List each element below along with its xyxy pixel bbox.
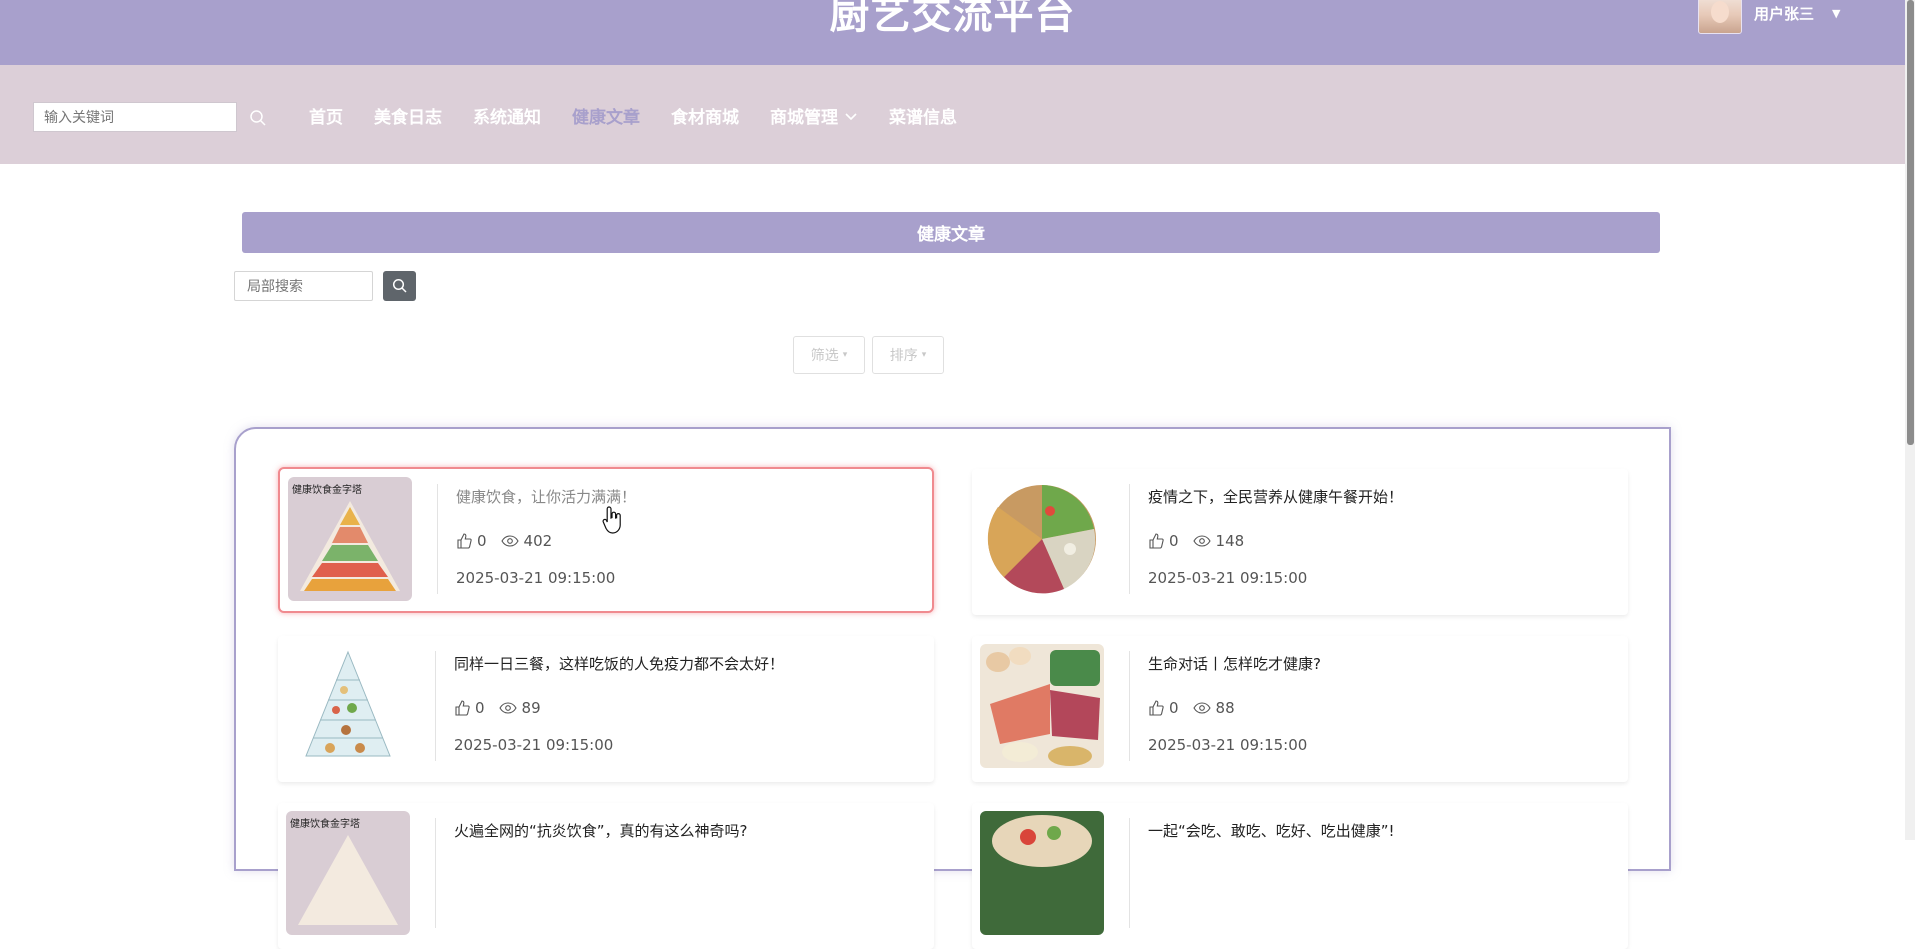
local-search-input[interactable]: [234, 271, 373, 301]
likes-stat[interactable]: 0: [1148, 532, 1179, 550]
filter-button[interactable]: 筛选 ▾: [793, 336, 865, 374]
avatar[interactable]: [1698, 0, 1742, 34]
likes-stat[interactable]: 0: [1148, 699, 1179, 717]
article-date: 2025-03-21 09:15:00: [1148, 569, 1308, 587]
card-divider: [1129, 484, 1130, 594]
nav-item-shop-management[interactable]: 商城管理: [770, 103, 858, 128]
food-circle-image: [980, 477, 1104, 601]
hand-cursor-icon: [602, 506, 621, 534]
nav-item-home[interactable]: 首页: [309, 103, 343, 128]
article-thumbnail[interactable]: 健康饮食金字塔: [288, 477, 412, 601]
article-thumbnail[interactable]: [980, 811, 1104, 935]
views-stat: 88: [1192, 699, 1235, 717]
article-stats: 0 88: [1148, 699, 1249, 717]
caret-down-icon[interactable]: ▼: [1832, 7, 1840, 20]
article-title[interactable]: 疫情之下，全民营养从健康午餐开始！: [1148, 486, 1403, 507]
article-title[interactable]: 火遍全网的“抗炎饮食”，真的有这么神奇吗?: [454, 820, 748, 841]
food-pyramid-image: 健康饮食金字塔: [288, 477, 412, 601]
likes-stat[interactable]: 0: [456, 532, 487, 550]
article-date: 2025-03-21 09:15:00: [454, 736, 614, 754]
svg-text:健康饮食金字塔: 健康饮食金字塔: [290, 817, 360, 830]
card-divider: [437, 484, 438, 594]
article-title[interactable]: 生命对话丨怎样吃才健康?: [1148, 653, 1321, 674]
views-count: 402: [523, 532, 553, 550]
article-date: 2025-03-21 09:15:00: [1148, 736, 1308, 754]
article-title[interactable]: 健康饮食，让你活力满满！: [456, 486, 636, 507]
nav-item-food-diary[interactable]: 美食日志: [374, 103, 442, 128]
sort-button[interactable]: 排序 ▾: [872, 336, 944, 374]
card-divider: [1129, 818, 1130, 928]
keyword-search-input[interactable]: [33, 102, 237, 132]
salad-photo-image: [980, 811, 1104, 935]
pyramid-diagram-image: [286, 644, 410, 768]
article-stats: 0 89: [454, 699, 555, 717]
eye-icon: [1192, 702, 1211, 714]
views-count: 148: [1215, 532, 1245, 550]
views-count: 88: [1215, 699, 1235, 717]
article-thumbnail[interactable]: 健康饮食金字塔: [286, 811, 410, 935]
search-icon[interactable]: [249, 109, 267, 127]
ingredients-photo-image: [980, 644, 1104, 768]
article-title[interactable]: 一起“会吃、敢吃、吃好、吃出健康”!: [1148, 820, 1395, 841]
article-card[interactable]: 健康饮食金字塔 火遍全网的“抗炎饮食”，真的有这么神奇吗?: [278, 803, 934, 949]
article-thumbnail[interactable]: [286, 644, 410, 768]
article-list-panel: 健康饮食金字塔 健康饮食，让你活力满满！ 0 402 2025-03-21 09…: [234, 427, 1671, 949]
views-stat: 89: [498, 699, 541, 717]
nav-item-health-articles[interactable]: 健康文章: [572, 103, 640, 128]
filter-label: 筛选: [810, 348, 839, 364]
thumbs-up-icon: [1149, 700, 1164, 716]
search-icon: [392, 278, 407, 293]
food-pyramid-image: 健康饮食金字塔: [286, 811, 410, 935]
likes-count: 0: [475, 699, 485, 717]
caret-down-icon: ▾: [842, 350, 848, 360]
nav-menu: 首页 美食日志 系统通知 健康文章 食材商城 商城管理 菜谱信息: [309, 103, 988, 128]
user-menu[interactable]: 用户张三 ▼: [1698, 0, 1840, 34]
chevron-down-icon: [845, 112, 857, 120]
article-card[interactable]: 健康饮食金字塔 健康饮食，让你活力满满！ 0 402 2025-03-21 09…: [278, 467, 934, 613]
thumbs-up-icon: [457, 533, 472, 549]
views-stat: 148: [1192, 532, 1245, 550]
article-stats: 0 402: [456, 532, 566, 550]
sort-label: 排序: [889, 348, 918, 364]
nav-item-ingredient-shop[interactable]: 食材商城: [671, 103, 739, 128]
article-card[interactable]: 疫情之下，全民营养从健康午餐开始！ 0 148 2025-03-21 09:15…: [972, 469, 1628, 615]
likes-count: 0: [1169, 532, 1179, 550]
nav-item-shop-management-label: 商城管理: [770, 108, 838, 128]
nav-item-notifications[interactable]: 系统通知: [473, 103, 541, 128]
site-title: 厨艺交流平台: [829, 0, 1076, 38]
article-card[interactable]: 一起“会吃、敢吃、吃好、吃出健康”!: [972, 803, 1628, 949]
likes-stat[interactable]: 0: [454, 699, 485, 717]
nav-item-recipes[interactable]: 菜谱信息: [889, 103, 957, 128]
card-divider: [1129, 651, 1130, 761]
article-thumbnail[interactable]: [980, 644, 1104, 768]
likes-count: 0: [1169, 699, 1179, 717]
top-header: 厨艺交流平台 用户张三 ▼: [0, 0, 1905, 65]
article-card[interactable]: 生命对话丨怎样吃才健康? 0 88 2025-03-21 09:15:00: [972, 636, 1628, 782]
card-divider: [435, 651, 436, 761]
thumbs-up-icon: [455, 700, 470, 716]
eye-icon: [1192, 535, 1211, 547]
views-count: 89: [521, 699, 541, 717]
article-date: 2025-03-21 09:15:00: [456, 569, 616, 587]
views-stat: 402: [500, 532, 553, 550]
svg-text:健康饮食金字塔: 健康饮食金字塔: [292, 483, 362, 496]
section-title: 健康文章: [242, 212, 1660, 253]
nav-bar: 首页 美食日志 系统通知 健康文章 食材商城 商城管理 菜谱信息: [0, 65, 1905, 164]
eye-icon: [500, 535, 519, 547]
likes-count: 0: [477, 532, 487, 550]
article-stats: 0 148: [1148, 532, 1258, 550]
scrollbar-thumb[interactable]: [1907, 0, 1914, 445]
user-name[interactable]: 用户张三: [1754, 3, 1814, 24]
local-search-button[interactable]: [383, 271, 416, 301]
caret-down-icon: ▾: [921, 350, 927, 360]
thumbs-up-icon: [1149, 533, 1164, 549]
article-title[interactable]: 同样一日三餐，这样吃饭的人免疫力都不会太好！: [454, 653, 784, 674]
article-card[interactable]: 同样一日三餐，这样吃饭的人免疫力都不会太好！ 0 89 2025-03-21 0…: [278, 636, 934, 782]
eye-icon: [498, 702, 517, 714]
article-thumbnail[interactable]: [980, 477, 1104, 601]
card-divider: [435, 818, 436, 928]
